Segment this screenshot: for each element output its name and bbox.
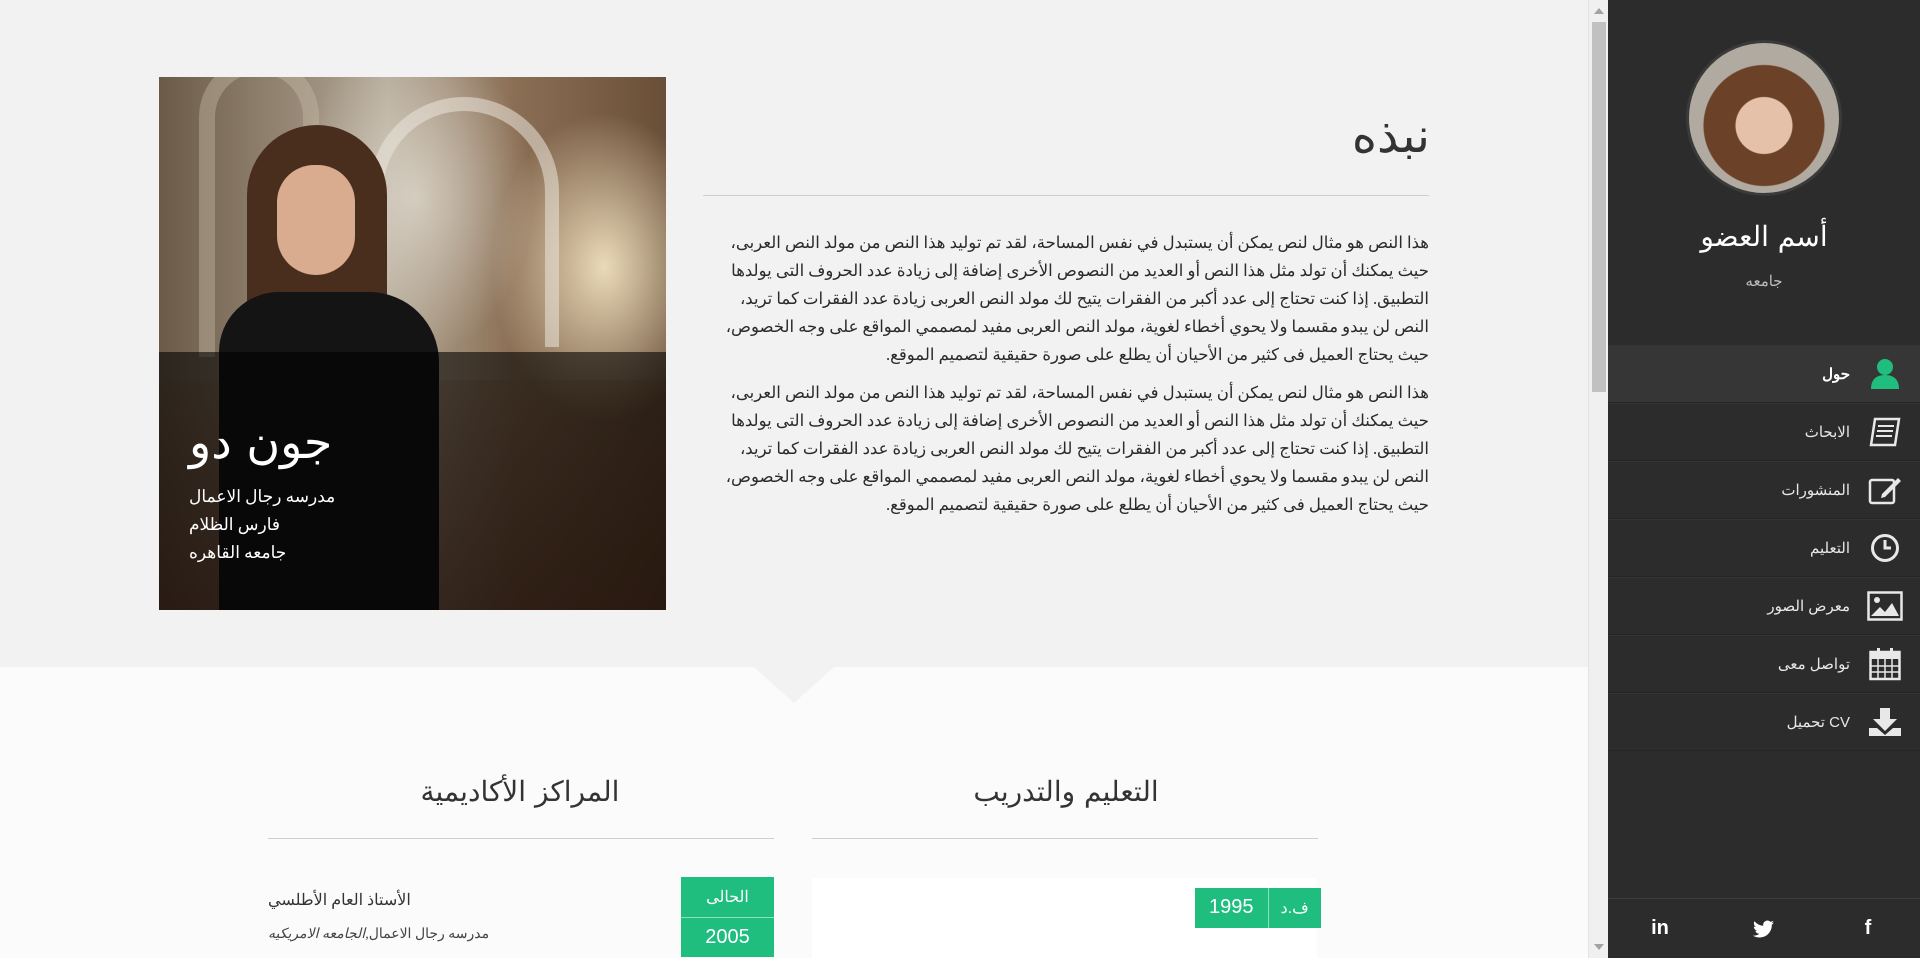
- academic-divider: [268, 838, 774, 839]
- profile-card-line: جامعه القاهره: [189, 543, 287, 562]
- book-icon: [1850, 417, 1920, 447]
- download-icon: [1850, 707, 1920, 737]
- about-paragraph: هذا النص هو مثال لنص يمكن أن يستبدل في ن…: [725, 233, 1429, 364]
- academic-badge: الحالى 2005: [681, 877, 774, 957]
- about-text: هذا النص هو مثال لنص يمكن أن يستبدل في ن…: [703, 229, 1429, 529]
- member-university: جامعه: [1745, 273, 1783, 290]
- education-badge: 1995 ف.د: [1195, 888, 1321, 928]
- education-divider: [812, 838, 1318, 839]
- academic-title: المراكز الأكاديمية: [420, 775, 620, 808]
- linkedin-icon[interactable]: in: [1608, 899, 1712, 958]
- sidebar-item-label: معرض الصور: [1767, 598, 1850, 615]
- sidebar-item-label: تواصل معى: [1777, 656, 1850, 673]
- scrollbar-thumb[interactable]: [1592, 22, 1606, 392]
- sidebar-item-label: الابحاث: [1804, 424, 1850, 441]
- photo-person-face: [277, 165, 355, 275]
- sidebar-item-download-cv[interactable]: CV تحميل: [1608, 693, 1920, 751]
- facebook-icon[interactable]: f: [1816, 899, 1920, 958]
- about-title: نبذه: [1351, 108, 1430, 164]
- profile-card-line: فارس الظلام: [189, 515, 281, 534]
- social-links: in f: [1608, 898, 1920, 958]
- section-notch: [754, 667, 834, 703]
- academic-year: 2005: [705, 926, 750, 948]
- sidebar-item-gallery[interactable]: معرض الصور: [1608, 577, 1920, 635]
- image-icon: [1850, 591, 1920, 621]
- scroll-up-arrow-icon[interactable]: [1594, 8, 1604, 14]
- profile-card-name: جون دو: [189, 415, 333, 469]
- sidebar-item-label: التعليم: [1810, 540, 1850, 557]
- education-degree: ف.د: [1268, 888, 1321, 928]
- academic-school-rest: مدرسه رجال الاعمال: [368, 927, 490, 942]
- sidebar: أسم العضو جامعه حول الابحاث المنشورات ال…: [1608, 0, 1920, 958]
- clock-icon: [1850, 533, 1920, 563]
- profile-card-line: مدرسه رجال الاعمال: [189, 487, 336, 506]
- academic-school: مدرسه رجال الاعمال,الجامعه الامريكيه: [268, 927, 490, 942]
- sidebar-item-teaching[interactable]: التعليم: [1608, 519, 1920, 577]
- profile-card-info: مدرسه رجال الاعمال فارس الظلام جامعه الق…: [189, 483, 335, 567]
- education-year: 1995: [1195, 888, 1269, 928]
- sidebar-item-label: حول: [1822, 366, 1850, 383]
- sidebar-item-research[interactable]: الابحاث: [1608, 403, 1920, 461]
- lower-section: [0, 667, 1588, 958]
- edit-icon: [1850, 475, 1920, 505]
- sidebar-item-label: CV تحميل: [1786, 714, 1850, 731]
- main-content: جون دو مدرسه رجال الاعمال فارس الظلام جا…: [0, 0, 1588, 958]
- academic-current-label: الحالى: [681, 877, 774, 918]
- education-title: التعليم والتدريب: [973, 775, 1159, 808]
- about-paragraph: هذا النص هو مثال لنص يمكن أن يستبدل في ن…: [725, 383, 1429, 514]
- sidebar-nav: حول الابحاث المنشورات التعليم معرض الصور: [1608, 345, 1920, 751]
- sidebar-item-publications[interactable]: المنشورات: [1608, 461, 1920, 519]
- sidebar-item-about[interactable]: حول: [1608, 345, 1920, 403]
- page-scrollbar[interactable]: [1588, 0, 1608, 958]
- academic-school-italic: الجامعه الامريكيه: [268, 927, 366, 942]
- scroll-down-arrow-icon[interactable]: [1594, 944, 1604, 950]
- photo-caption-overlay: [159, 352, 666, 610]
- member-name: أسم العضو: [1700, 220, 1828, 253]
- twitter-icon[interactable]: [1712, 899, 1816, 958]
- about-divider: [703, 195, 1429, 196]
- academic-role: الأستاذ العام الأطلسي: [268, 892, 411, 909]
- sidebar-item-contact[interactable]: تواصل معى: [1608, 635, 1920, 693]
- sidebar-item-label: المنشورات: [1781, 482, 1850, 499]
- calendar-icon: [1850, 647, 1920, 681]
- profile-photo-card: جون دو مدرسه رجال الاعمال فارس الظلام جا…: [159, 77, 666, 610]
- user-icon: [1850, 358, 1920, 390]
- avatar: [1686, 40, 1842, 196]
